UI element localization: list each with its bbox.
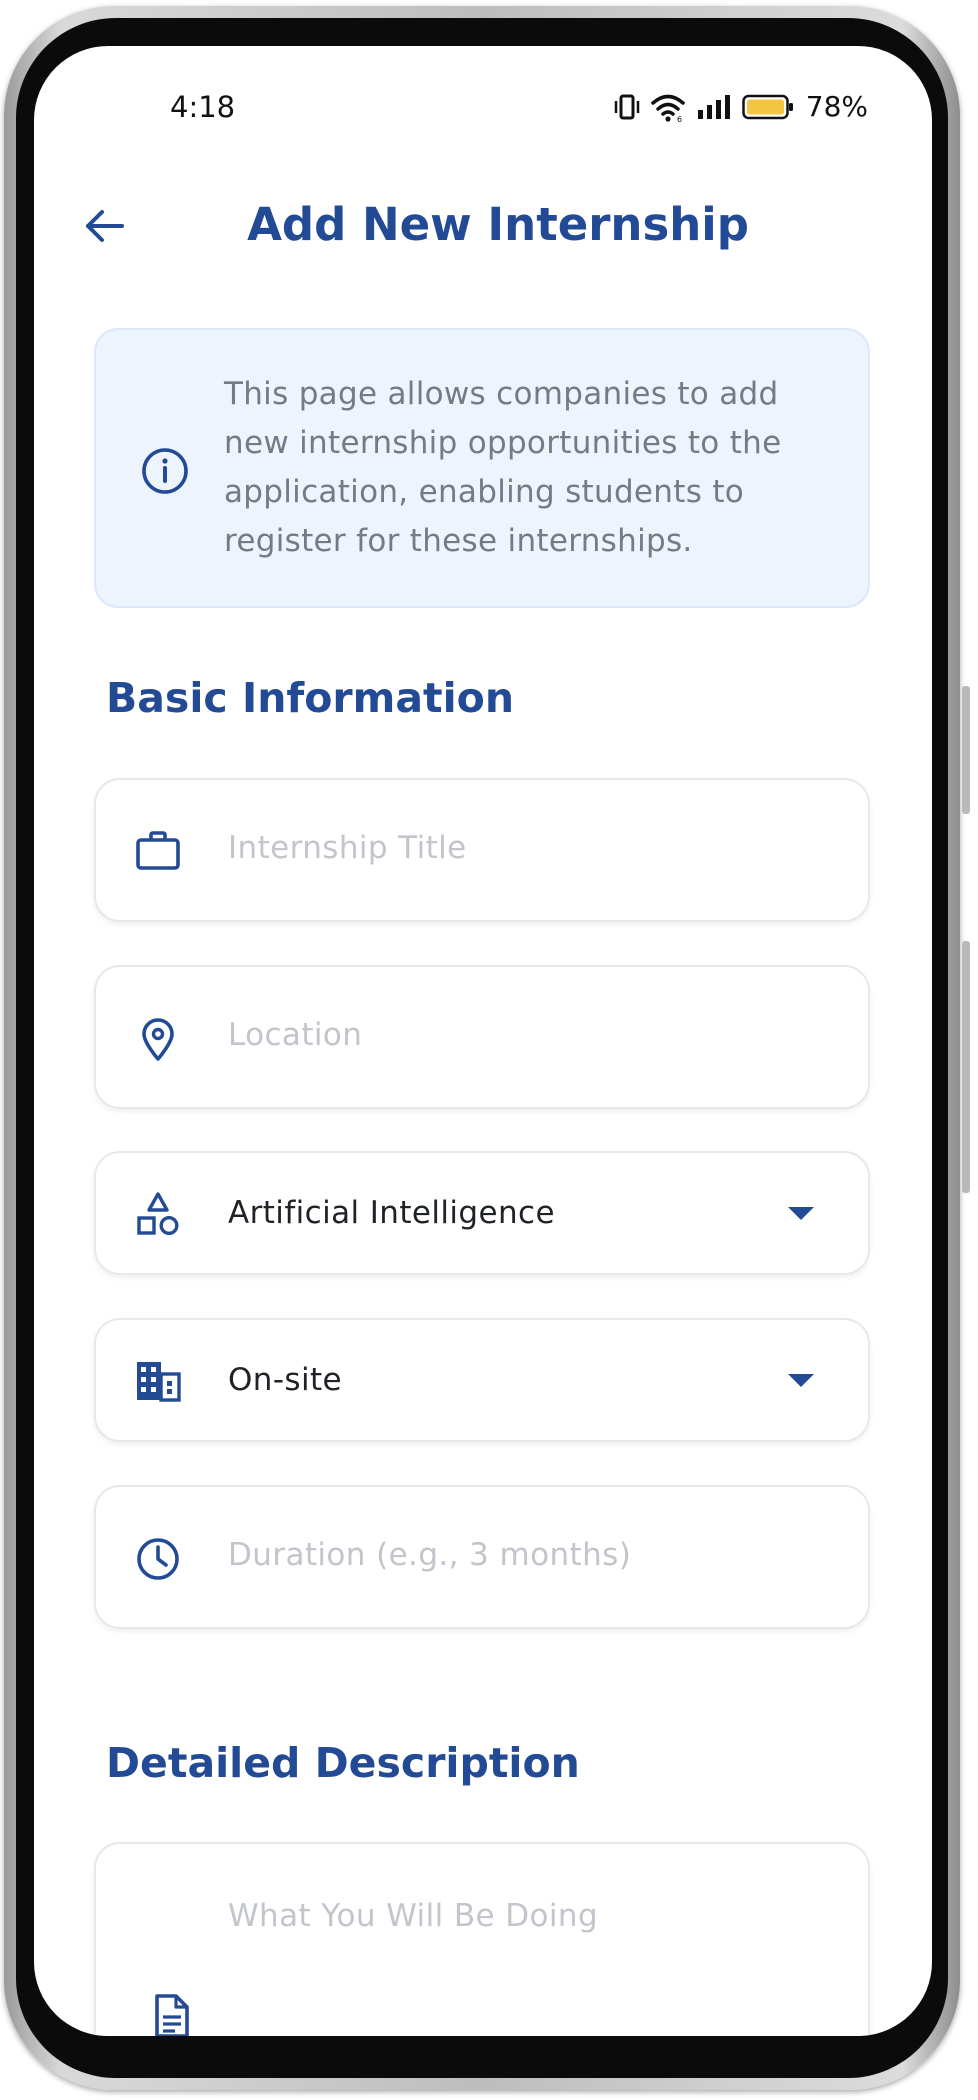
signal-icon bbox=[697, 94, 730, 119]
wifi-icon: 6 bbox=[651, 94, 685, 122]
status-icons: 6 78% bbox=[614, 90, 868, 123]
duration-placeholder: Duration (e.g., 3 months) bbox=[228, 1537, 632, 1573]
document-icon bbox=[155, 1994, 189, 2036]
app-header: Add New Internship bbox=[34, 176, 932, 276]
work-mode-dropdown[interactable]: On-site bbox=[94, 1318, 870, 1442]
work-mode-value: On-site bbox=[228, 1362, 343, 1398]
info-circle-icon bbox=[142, 448, 188, 494]
clock-icon bbox=[137, 1538, 179, 1580]
category-dropdown[interactable]: Artificial Intelligence bbox=[94, 1151, 870, 1275]
location-pin-icon bbox=[142, 1018, 174, 1061]
status-time: 4:18 bbox=[170, 90, 236, 124]
chevron-down-icon bbox=[788, 1374, 814, 1387]
status-bar: 4:18 6 78% bbox=[34, 46, 932, 156]
shapes-icon bbox=[137, 1192, 179, 1236]
internship-title-placeholder: Internship Title bbox=[228, 830, 467, 866]
info-banner: This page allows companies to add new in… bbox=[94, 328, 870, 608]
battery-icon bbox=[742, 94, 793, 119]
phone-side-button bbox=[962, 686, 970, 814]
location-input[interactable]: Location bbox=[94, 965, 870, 1109]
vibrate-icon bbox=[614, 94, 640, 119]
briefcase-icon bbox=[136, 831, 180, 870]
info-text: This page allows companies to add new in… bbox=[224, 376, 782, 559]
internship-title-input[interactable]: Internship Title bbox=[94, 778, 870, 922]
section-title-basic-information: Basic Information bbox=[106, 674, 515, 722]
duration-input[interactable]: Duration (e.g., 3 months) bbox=[94, 1485, 870, 1629]
page-title: Add New Internship bbox=[247, 198, 749, 251]
location-placeholder: Location bbox=[228, 1017, 363, 1053]
app-screen: 4:18 6 78% Add New Internship This page … bbox=[34, 46, 932, 2036]
svg-text:6: 6 bbox=[677, 115, 682, 122]
category-value: Artificial Intelligence bbox=[228, 1195, 555, 1231]
building-icon bbox=[137, 1362, 181, 1402]
what-you-will-be-doing-placeholder: What You Will Be Doing bbox=[228, 1898, 599, 1934]
section-title-detailed-description: Detailed Description bbox=[106, 1739, 580, 1787]
chevron-down-icon bbox=[788, 1207, 814, 1220]
battery-percentage: 78% bbox=[805, 90, 868, 123]
phone-volume-button bbox=[962, 941, 970, 1193]
what-you-will-be-doing-textarea[interactable]: What You Will Be Doing bbox=[94, 1842, 870, 2036]
